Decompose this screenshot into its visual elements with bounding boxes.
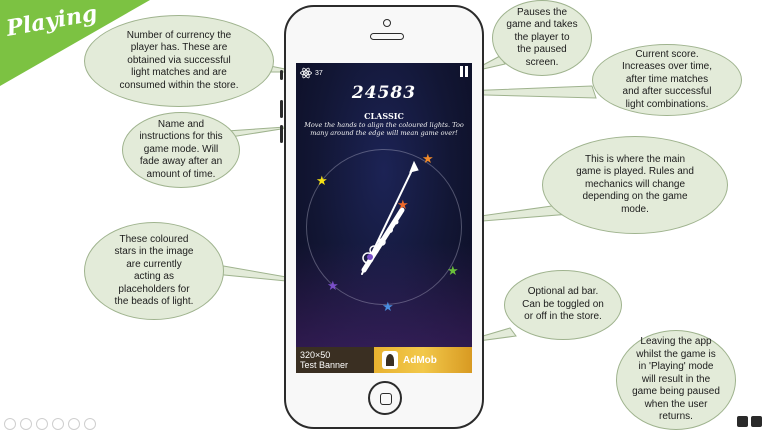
callout-leaving-line: game being paused <box>632 386 720 398</box>
bead-star-purple: ★ <box>327 279 339 292</box>
callout-ad-line: Can be toggled on <box>522 298 604 310</box>
callout-pause-line: Pauses the <box>516 6 568 18</box>
volume-up-button[interactable] <box>280 100 283 118</box>
bead-star-orange-inner: ★ <box>397 198 409 211</box>
callout-ad-line: or off in the store. <box>524 311 602 323</box>
atom-currency-icon <box>300 67 312 79</box>
callout-score-line: after time matches <box>625 73 709 85</box>
callout-score-line: and after successful <box>622 86 712 98</box>
volume-down-button[interactable] <box>280 125 283 143</box>
clock-hands[interactable] <box>348 158 428 288</box>
pause-icon <box>460 66 463 77</box>
callout-main-line: mode. <box>621 203 649 215</box>
callout-stars-line: acting as <box>133 271 174 282</box>
callout-currency-line: player has. These are <box>130 42 228 54</box>
callout-currency: Number of currency the player has. These… <box>84 15 274 107</box>
corner-icons <box>737 416 762 427</box>
ad-size-label: 320×50 <box>300 350 331 360</box>
callout-pause-line: game and takes <box>506 19 578 31</box>
score-display: 24583 <box>351 83 417 103</box>
callout-mode-line: fade away after an <box>139 156 223 168</box>
star-icon: ★ <box>327 278 339 293</box>
ad-test-label: Test Banner <box>300 360 349 370</box>
callout-mode-line: game mode. Will <box>143 143 219 155</box>
mic-icon[interactable] <box>737 416 748 427</box>
slide-toolbar <box>4 418 96 430</box>
home-square-icon <box>380 393 392 405</box>
callout-mode-line: Name and <box>157 118 205 130</box>
game-screen[interactable]: 37 24583 CLASSIC Move the hands to align… <box>296 63 472 373</box>
prev-slide-icon[interactable] <box>4 418 16 430</box>
callout-main-game: This is where the main game is played. R… <box>542 136 728 234</box>
callout-score: Current score. Increases over time, afte… <box>592 44 742 116</box>
callout-stars-line: placeholders for <box>118 283 190 295</box>
pen-icon[interactable] <box>36 418 48 430</box>
ad-brand-block: AdMob <box>374 347 472 373</box>
callout-score-line: Current score. <box>635 48 699 60</box>
pause-icon-bar <box>465 66 468 77</box>
pause-button[interactable] <box>460 66 468 77</box>
admob-logo-icon <box>382 351 398 369</box>
star-icon: ★ <box>316 173 328 188</box>
callout-stars: These coloured stars in the image are cu… <box>84 222 224 320</box>
mode-name: CLASSIC <box>364 111 404 121</box>
callout-stars-line: These coloured <box>119 233 189 245</box>
slides-icon[interactable] <box>52 418 64 430</box>
currency-display: 37 <box>300 67 323 79</box>
callout-leaving-app: Leaving the app whilst the game is in 'P… <box>616 330 736 430</box>
callout-mode-line: amount of time. <box>146 168 216 180</box>
callout-currency-line: light matches and are <box>131 67 227 79</box>
callout-ad: Optional ad bar. Can be toggled on or of… <box>504 270 622 340</box>
callout-pause-line: screen. <box>525 56 559 68</box>
callout-leaving-line: Leaving the app <box>640 336 712 348</box>
ad-text-block: 320×50 Test Banner <box>296 347 374 373</box>
callout-currency-line: consumed within the store. <box>119 79 239 91</box>
callout-currency-line: obtained via successful <box>127 54 231 66</box>
callout-stars-line: stars in the image <box>114 246 194 257</box>
record-icon[interactable] <box>751 416 762 427</box>
ad-bar[interactable]: 320×50 Test Banner AdMob <box>296 347 472 373</box>
callout-score-line: Increases over time, <box>621 61 713 73</box>
speaker-grille <box>370 33 404 40</box>
home-button[interactable] <box>368 381 402 415</box>
callout-leaving-line: returns. <box>659 411 693 423</box>
next-slide-icon[interactable] <box>20 418 32 430</box>
callout-ad-line: Optional ad bar. <box>527 286 599 298</box>
currency-count: 37 <box>315 69 323 77</box>
callout-leaving-line: whilst the game is <box>636 348 716 360</box>
callout-currency-line: Number of currency the <box>126 29 232 41</box>
callout-leaving-line: in 'Playing' mode <box>638 361 714 373</box>
bead-star-yellow: ★ <box>316 174 328 187</box>
callout-pause-line: the player to <box>514 31 570 43</box>
more-icon[interactable] <box>84 418 96 430</box>
zoom-icon[interactable] <box>68 418 80 430</box>
callout-pause: Pauses the game and takes the player to … <box>492 0 592 76</box>
callout-main-line: This is where the main <box>584 153 686 165</box>
bead-star-blue: ★ <box>382 300 394 313</box>
callout-stars-line: the beads of light. <box>114 296 194 307</box>
callout-leaving-line: when the user <box>644 398 708 410</box>
bead-star-orange: ★ <box>422 152 434 165</box>
callout-mode: Name and instructions for this game mode… <box>122 112 240 188</box>
camera-icon <box>383 19 391 27</box>
bead-star-green: ★ <box>447 264 459 277</box>
callout-main-line: game is played. Rules and <box>576 166 694 178</box>
star-icon: ★ <box>397 197 409 212</box>
mute-switch[interactable] <box>280 70 283 80</box>
star-icon: ★ <box>382 299 394 314</box>
mode-instructions: Move the hands to align the coloured lig… <box>304 121 464 138</box>
callout-score-line: light combinations. <box>625 98 709 110</box>
ad-brand: AdMob <box>403 354 437 366</box>
callout-stars-line: are currently <box>126 258 182 270</box>
star-icon: ★ <box>447 263 459 278</box>
callout-main-line: mechanics will change <box>584 178 686 190</box>
callout-leaving-line: will result in the <box>641 373 711 385</box>
callout-mode-line: instructions for this <box>139 131 223 143</box>
callout-pause-line: the paused <box>517 44 567 56</box>
star-icon: ★ <box>422 151 434 166</box>
callout-main-line: depending on the game <box>582 191 688 203</box>
